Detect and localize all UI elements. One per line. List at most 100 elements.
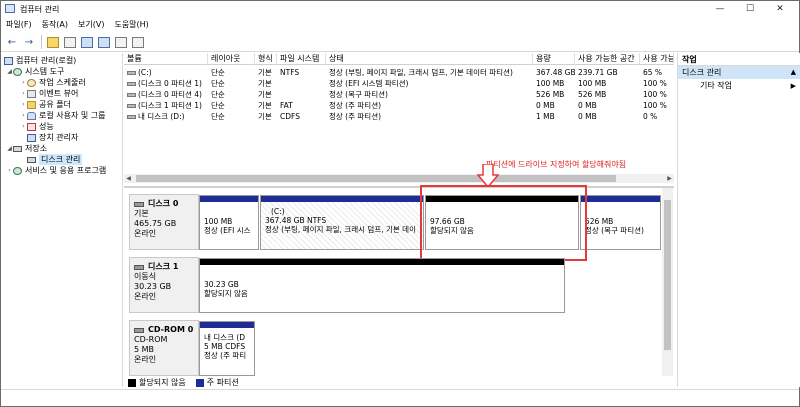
shared-folder-icon (27, 100, 36, 109)
table-row[interactable]: (디스크 0 파티션 1) 단순 기본 정상 (EFI 시스템 파티션) 100… (124, 78, 674, 89)
partition-bar (200, 196, 258, 202)
chevron-right-icon[interactable]: › (20, 110, 27, 121)
disk-name: CD-ROM 0 (134, 325, 194, 335)
chevron-right-icon[interactable]: › (20, 121, 27, 132)
table-row[interactable]: 내 디스크 (D:) 단순 기본 CDFS 정상 (주 파티션) 1 MB 0 … (124, 111, 674, 122)
tree-item-label: 공유 폴더 (39, 100, 71, 109)
help-button[interactable] (79, 34, 95, 50)
disk-management-icon (27, 156, 36, 163)
tree-item-services[interactable]: › 서비스 및 응용 프로그램 (6, 165, 106, 176)
tree-item-label: 작업 스케줄러 (39, 78, 86, 87)
cell-layout: 단순 (211, 68, 225, 77)
connect-button[interactable] (113, 34, 129, 50)
tree-item-task-scheduler[interactable]: › 작업 스케줄러 (20, 77, 86, 88)
cell-filesystem: FAT (280, 101, 293, 110)
table-row[interactable]: (디스크 0 파티션 4) 단순 기본 정상 (복구 파티션) 526 MB 5… (124, 89, 674, 100)
clock-icon (27, 78, 36, 87)
cell-free-percent: 100 % (643, 79, 667, 88)
column-header-type[interactable]: 형식 (255, 53, 277, 65)
tree-item-performance[interactable]: › 성능 (20, 121, 53, 132)
close-button[interactable]: ✕ (765, 1, 795, 17)
column-header-status[interactable]: 상태 (326, 53, 533, 65)
table-row[interactable]: (디스크 1 파티션 1) 단순 기본 FAT 정상 (주 파티션) 0 MB … (124, 100, 674, 111)
tree-item-device-manager[interactable]: 장치 관리자 (27, 132, 78, 143)
tree-item-system-tools[interactable]: ◢ 시스템 도구 (6, 66, 64, 77)
column-header-volume[interactable]: 볼륨 (124, 53, 208, 65)
table-row[interactable]: (C:) 단순 기본 NTFS 정상 (부팅, 페이지 파일, 크래시 덤프, … (124, 67, 674, 78)
tree-item-event-viewer[interactable]: › 이벤트 뷰어 (20, 88, 78, 99)
partition-bar (581, 196, 660, 202)
column-header-layout[interactable]: 레이아웃 (208, 53, 255, 65)
tree-item-local-users[interactable]: › 로컬 사용자 및 그룹 (20, 110, 106, 121)
more-actions-item[interactable]: 기타 작업 ▶ (678, 79, 800, 93)
view-icon (132, 36, 144, 48)
back-button[interactable]: ← (4, 34, 20, 50)
disk-1-label[interactable]: 디스크 1 이동식 30.23 GB 온라인 (129, 257, 199, 313)
tree-item-shared-folders[interactable]: › 공유 폴더 (20, 99, 71, 110)
tools-icon (13, 67, 22, 76)
window-controls: — ☐ ✕ (705, 1, 795, 17)
cell-free-space: 0 MB (578, 112, 597, 121)
chevron-right-icon[interactable]: › (6, 165, 13, 176)
actions-section-disk-management[interactable]: 디스크 관리 ▲ (678, 66, 800, 79)
cell-layout: 단순 (211, 79, 225, 88)
computer-icon (4, 56, 13, 65)
navigation-tree: 컴퓨터 관리(로컬) ◢ 시스템 도구 › 작업 스케줄러 › 이벤트 뷰어 ›… (1, 53, 123, 387)
cell-type: 기본 (258, 112, 272, 121)
cell-capacity: 526 MB (536, 90, 565, 99)
forward-button[interactable]: → (21, 34, 37, 50)
partition-bar (261, 196, 423, 202)
cdrom-0-label[interactable]: CD-ROM 0 CD-ROM 5 MB 온라인 (129, 320, 199, 376)
chevron-right-icon[interactable]: › (20, 77, 27, 88)
disk-icon (134, 201, 144, 207)
tree-item-label: 로컬 사용자 및 그룹 (39, 111, 106, 120)
view-button[interactable] (130, 34, 146, 50)
cell-free-percent: 100 % (643, 101, 667, 110)
partition-recovery[interactable]: 526 MB 정상 (복구 파티션) (580, 195, 661, 250)
cell-volume: (디스크 0 파티션 4) (124, 89, 208, 100)
title-bar: 컴퓨터 관리 — ☐ ✕ (1, 1, 799, 17)
cell-filesystem (277, 89, 326, 100)
disk-status: 온라인 (134, 229, 157, 238)
column-header-capacity[interactable]: 용량 (533, 53, 575, 65)
partition-c-drive[interactable]: (C:) 367.48 GB NTFS 정상 (부팅, 페이지 파일, 크래시 덤프… (260, 195, 424, 250)
tree-item-storage[interactable]: ◢ 저장소 (6, 143, 47, 154)
menu-action[interactable]: 동작(A) (37, 17, 73, 33)
menu-help[interactable]: 도움말(H) (109, 17, 153, 33)
scroll-right-icon[interactable]: ▶ (665, 174, 674, 183)
tree-item-root[interactable]: 컴퓨터 관리(로컬) (4, 55, 76, 66)
menu-view[interactable]: 보기(V) (73, 17, 109, 33)
column-header-free-percent[interactable]: 사용 가능 (640, 53, 674, 65)
cell-type: 기본 (258, 79, 272, 88)
window-title: 컴퓨터 관리 (20, 5, 60, 14)
scroll-thumb[interactable] (664, 200, 671, 350)
show-hide-tree-button[interactable] (62, 34, 78, 50)
partition-unallocated-disk1[interactable]: 30.23 GB 할당되지 않음 (199, 258, 565, 313)
partition-efi[interactable]: 100 MB 정상 (EFI 시스 (199, 195, 259, 250)
minimize-button[interactable]: — (705, 1, 735, 17)
chevron-right-icon[interactable]: › (20, 99, 27, 110)
maximize-button[interactable]: ☐ (735, 1, 765, 17)
cell-status: 정상 (복구 파티션) (329, 90, 388, 99)
column-header-filesystem[interactable]: 파일 시스템 (277, 53, 326, 65)
properties-button[interactable] (96, 34, 112, 50)
chevron-right-icon[interactable]: › (20, 88, 27, 99)
collapse-icon[interactable]: ▲ (791, 66, 796, 79)
disk-0-label[interactable]: 디스크 0 기본 465.75 GB 온라인 (129, 194, 199, 250)
up-folder-button[interactable] (45, 34, 61, 50)
column-header-free-space[interactable]: 사용 가능한 공간 (575, 53, 640, 65)
cell-layout: 단순 (211, 112, 225, 121)
cell-free-space: 239.71 GB (578, 68, 618, 77)
menu-file[interactable]: 파일(F) (1, 17, 37, 33)
scroll-left-icon[interactable]: ◀ (124, 174, 133, 183)
partition-cdrom-d[interactable]: 내 디스크 (D 5 MB CDFS 정상 (주 파티 (199, 321, 255, 376)
cell-status: 정상 (주 파티션) (329, 101, 382, 110)
scroll-thumb[interactable] (136, 175, 616, 182)
cell-free-percent: 0 % (643, 112, 658, 121)
chevron-down-icon[interactable]: ◢ (6, 66, 13, 77)
partition-bar (200, 259, 564, 265)
horizontal-scrollbar[interactable]: ◀ ▶ (124, 174, 674, 183)
tree-item-disk-management[interactable]: 디스크 관리 (27, 154, 83, 165)
vertical-scrollbar[interactable] (662, 188, 673, 376)
chevron-down-icon[interactable]: ◢ (6, 143, 13, 154)
